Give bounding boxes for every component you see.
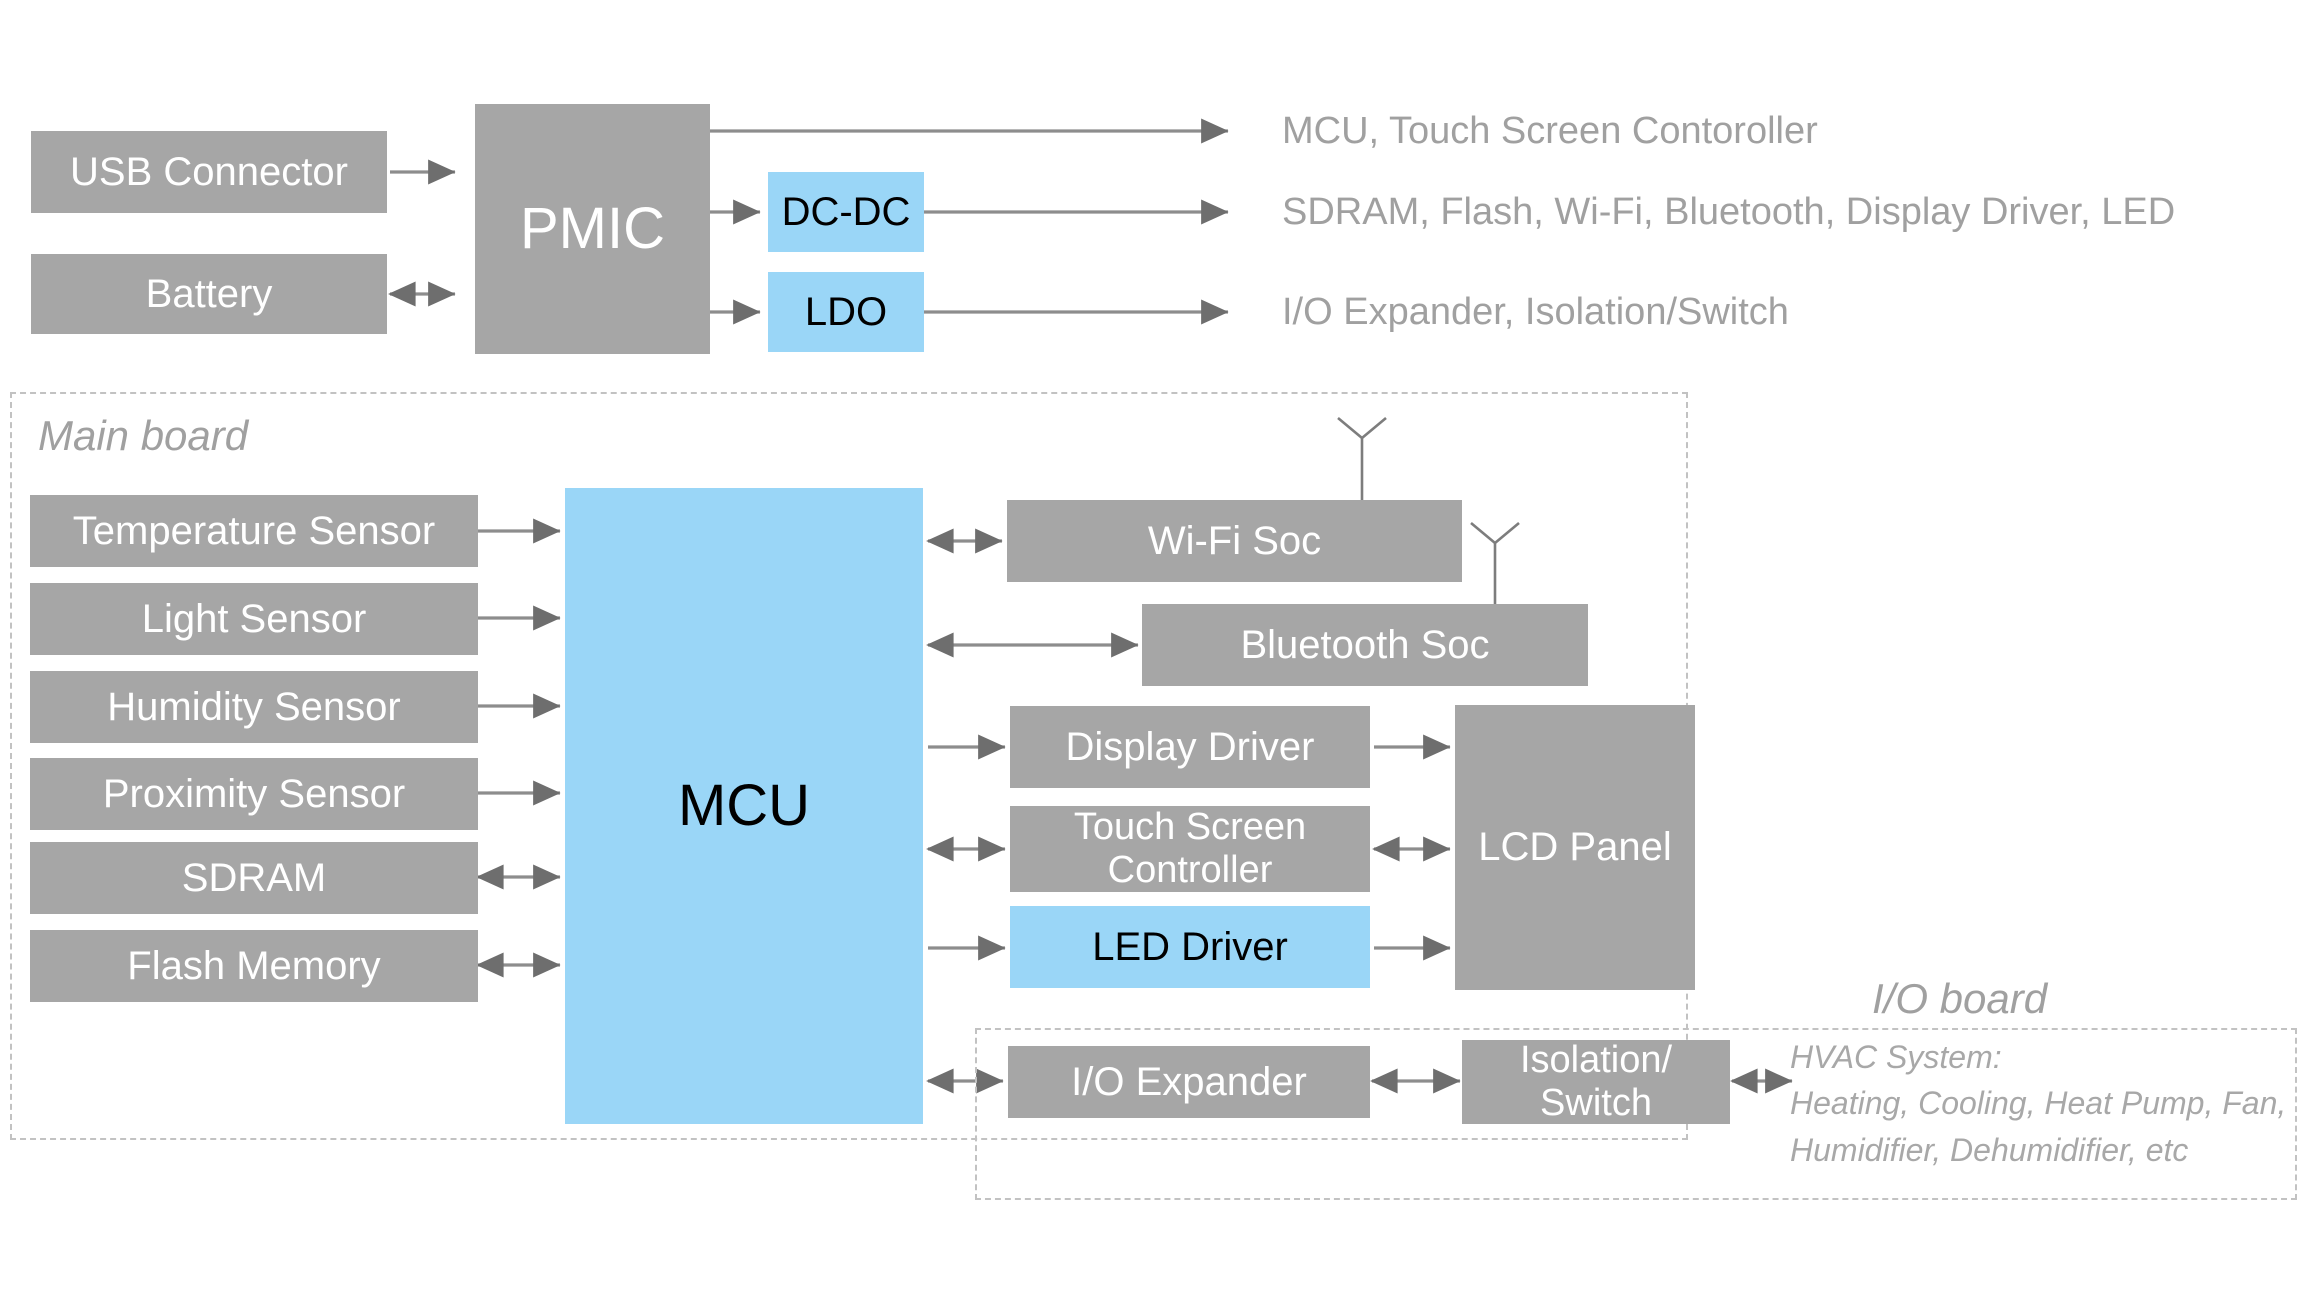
block-sdram[interactable]: SDRAM — [30, 842, 478, 914]
block-io-expander[interactable]: I/O Expander — [1008, 1046, 1370, 1118]
hvac-system-label: HVAC System: Heating, Cooling, Heat Pump… — [1790, 1034, 2286, 1173]
io-board-title: I/O board — [1872, 975, 2048, 1022]
hvac-line-3: Humidifier, Dehumidifier, etc — [1790, 1131, 2189, 1168]
hvac-line-2: Heating, Cooling, Heat Pump, Fan, — [1790, 1085, 2287, 1122]
block-temperature-sensor[interactable]: Temperature Sensor — [30, 495, 478, 567]
block-flash-memory[interactable]: Flash Memory — [30, 930, 478, 1002]
main-board-title: Main board — [38, 412, 249, 459]
rail-label-ldo-out: I/O Expander, Isolation/Switch — [1282, 291, 1789, 333]
block-light-sensor[interactable]: Light Sensor — [30, 583, 478, 655]
isolation-switch-line-2: Switch — [1540, 1082, 1652, 1124]
block-bluetooth-soc[interactable]: Bluetooth Soc — [1142, 604, 1588, 686]
block-mcu[interactable]: MCU — [565, 488, 923, 1124]
block-pmic[interactable]: PMIC — [475, 104, 710, 354]
block-usb-connector[interactable]: USB Connector — [31, 131, 387, 213]
rail-label-dcdc-out: SDRAM, Flash, Wi-Fi, Bluetooth, Display … — [1282, 191, 2176, 233]
block-humidity-sensor[interactable]: Humidity Sensor — [30, 671, 478, 743]
isolation-switch-line-1: Isolation/ — [1519, 1039, 1673, 1082]
hvac-line-1: HVAC System: — [1790, 1039, 2002, 1075]
block-proximity-sensor[interactable]: Proximity Sensor — [30, 758, 478, 830]
block-battery[interactable]: Battery — [31, 254, 387, 334]
touch-screen-controller-line-2: Controller — [1107, 849, 1273, 891]
block-diagram-canvas: Main board I/O board USB Connector Batte… — [0, 0, 2305, 1297]
block-isolation-switch[interactable]: Isolation/ Switch — [1462, 1039, 1730, 1124]
block-display-driver[interactable]: Display Driver — [1010, 706, 1370, 788]
block-wifi-soc[interactable]: Wi-Fi Soc — [1007, 500, 1462, 582]
block-dc-dc[interactable]: DC-DC — [768, 172, 924, 252]
touch-screen-controller-line-1: Touch Screen — [1073, 806, 1307, 849]
rail-label-direct: MCU, Touch Screen Contoroller — [1282, 110, 1818, 152]
block-lcd-panel[interactable]: LCD Panel — [1455, 705, 1695, 990]
block-led-driver[interactable]: LED Driver — [1010, 906, 1370, 988]
block-ldo[interactable]: LDO — [768, 272, 924, 352]
block-touch-screen-controller[interactable]: Touch Screen Controller — [1010, 806, 1370, 892]
